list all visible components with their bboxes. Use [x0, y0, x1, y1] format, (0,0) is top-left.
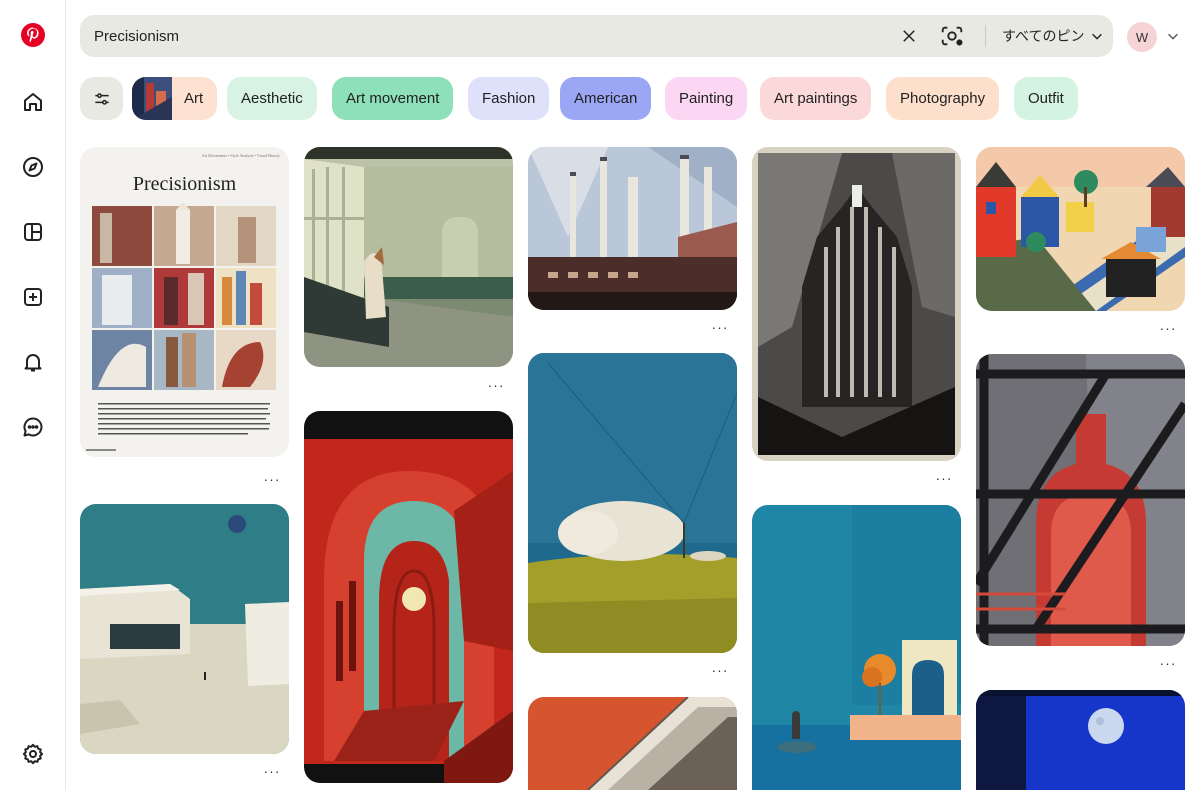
pin-more-options-icon[interactable]: ··· — [486, 378, 506, 392]
create-icon[interactable] — [17, 281, 49, 313]
explore-icon[interactable] — [17, 151, 49, 183]
chip-label: Art movement — [346, 90, 440, 107]
pin-more-options-icon[interactable]: ··· — [1158, 321, 1178, 335]
pin-moon-blue-wall[interactable] — [976, 690, 1185, 790]
chip-label: Outfit — [1028, 90, 1064, 107]
pin-brutalist-blocks[interactable] — [80, 504, 289, 754]
pin-red-arches[interactable] — [304, 411, 513, 783]
pin-smokestacks[interactable] — [528, 147, 737, 310]
chip-photography[interactable]: Photography — [886, 77, 1000, 120]
chip-label: Painting — [679, 90, 734, 107]
chip-art[interactable]: Art — [132, 77, 218, 120]
chip-art-thumbnail — [132, 77, 172, 120]
chip-label: Photography — [900, 90, 986, 107]
sliders-icon — [94, 92, 109, 105]
sidebar — [0, 0, 66, 790]
chip-painting[interactable]: Painting — [665, 77, 748, 120]
pin-colorful-town[interactable] — [976, 147, 1185, 311]
pin-more-options-icon[interactable]: ··· — [1158, 656, 1178, 670]
chip-label: Art paintings — [774, 90, 858, 107]
search-bar: すべてのピン — [80, 15, 1113, 57]
pin-more-options-icon[interactable]: ··· — [262, 764, 282, 778]
chip-label: Fashion — [482, 90, 536, 107]
pin-more-options-icon[interactable]: ··· — [262, 472, 282, 486]
chip-art-paintings[interactable]: Art paintings — [760, 77, 872, 120]
notifications-icon[interactable] — [17, 346, 49, 378]
pin-more-options-icon[interactable]: ··· — [710, 320, 730, 334]
home-icon[interactable] — [17, 86, 49, 118]
pin-precisionism-poster[interactable]: Art Movements • Style Analysis • Visual … — [80, 147, 289, 457]
visual-search-camera-icon[interactable] — [938, 22, 966, 50]
chip-label: American — [574, 90, 638, 107]
pin-steel-frame[interactable] — [976, 354, 1185, 646]
chip-art-movement[interactable]: Art movement — [332, 77, 454, 120]
pin-type-dropdown[interactable]: すべてのピン — [1002, 15, 1104, 57]
chip-american[interactable]: American — [560, 77, 652, 120]
avatar-initial: W — [1135, 29, 1149, 45]
messages-icon[interactable] — [17, 411, 49, 443]
pin-type-label: すべてのピン — [1002, 29, 1085, 45]
pin-cloud-field[interactable] — [528, 353, 737, 653]
boards-icon[interactable] — [17, 216, 49, 248]
chip-outfit[interactable]: Outfit — [1014, 77, 1078, 120]
avatar[interactable]: W — [1127, 22, 1157, 52]
chip-aesthetic[interactable]: Aesthetic — [227, 77, 317, 120]
pin-skyscraper-lithograph[interactable] — [752, 147, 961, 461]
filter-settings-button[interactable] — [80, 77, 123, 120]
chip-label: Art — [184, 90, 204, 107]
settings-icon[interactable] — [17, 738, 49, 770]
chip-label: Aesthetic — [241, 90, 303, 107]
pin-more-options-icon[interactable]: ··· — [934, 471, 954, 485]
chevron-down-icon — [1092, 33, 1103, 40]
account-chevron-down-icon[interactable] — [1166, 29, 1182, 45]
pin-rowboat-pavilion[interactable] — [752, 505, 961, 790]
pin-dog-station[interactable] — [304, 147, 513, 367]
search-divider — [985, 25, 986, 47]
clear-search-button[interactable] — [897, 24, 921, 48]
search-input[interactable] — [94, 15, 884, 57]
poster-collage — [86, 202, 276, 451]
pinterest-logo[interactable] — [20, 22, 46, 48]
pin-more-options-icon[interactable]: ··· — [710, 663, 730, 677]
pin-diagonal-building[interactable] — [528, 697, 737, 790]
chip-fashion[interactable]: Fashion — [468, 77, 550, 120]
